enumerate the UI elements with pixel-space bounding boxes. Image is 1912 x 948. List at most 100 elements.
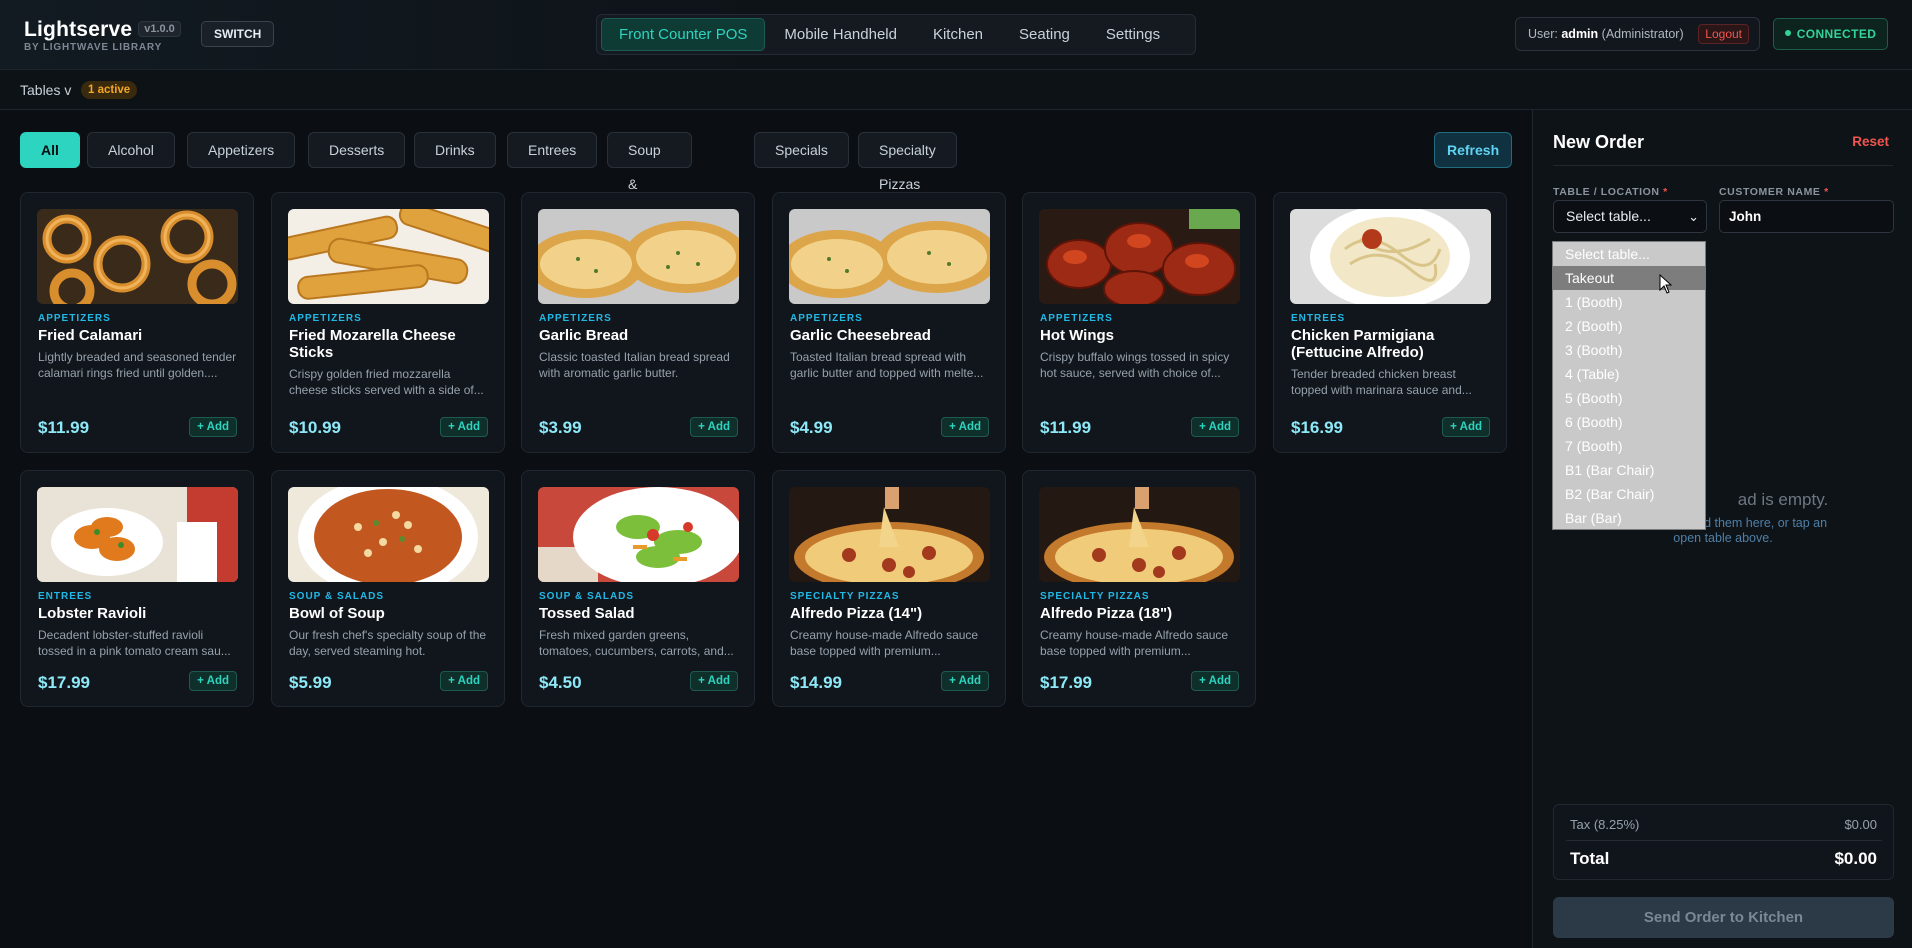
nav-front-counter-pos[interactable]: Front Counter POS [601, 18, 766, 51]
product-card[interactable]: ENTREES Lobster Ravioli Decadent lobster… [20, 470, 254, 707]
product-card[interactable]: APPETIZERS Hot Wings Crispy buffalo wing… [1022, 192, 1256, 453]
product-card[interactable]: SPECIALTY PIZZAS Alfredo Pizza (14") Cre… [772, 470, 1006, 707]
filter-desserts[interactable]: Desserts [308, 132, 406, 168]
table-option[interactable]: Bar (Bar) [1553, 506, 1705, 530]
product-category: APPETIZERS [1040, 313, 1113, 324]
filter-all[interactable]: All [20, 132, 80, 168]
table-option[interactable]: 6 (Booth) [1553, 410, 1705, 434]
nav-seating[interactable]: Seating [1002, 18, 1087, 51]
add-button[interactable]: + Add [941, 417, 989, 437]
product-price: $11.99 [1040, 418, 1092, 437]
product-category: APPETIZERS [790, 313, 863, 324]
version-badge: v1.0.0 [138, 21, 181, 37]
table-option[interactable]: 1 (Booth) [1553, 290, 1705, 314]
table-option[interactable]: B1 (Bar Chair) [1553, 458, 1705, 482]
tables-toggle[interactable]: Tables v [20, 82, 71, 98]
top-bar: Lightserve v1.0.0 BY LIGHTWAVE LIBRARY SW… [0, 0, 1912, 70]
total-label: Total [1570, 849, 1610, 868]
filter-drinks[interactable]: Drinks [414, 132, 496, 168]
product-category: ENTREES [1291, 313, 1346, 324]
table-option[interactable]: 5 (Booth) [1553, 386, 1705, 410]
add-button[interactable]: + Add [189, 417, 237, 437]
refresh-button[interactable]: Refresh [1434, 132, 1513, 168]
filter-specialty-pizzas[interactable]: Specialty Pizzas [858, 132, 957, 192]
product-category: ENTREES [38, 591, 93, 602]
add-button[interactable]: + Add [690, 417, 738, 437]
product-card[interactable]: SOUP & SALADS Tossed Salad Fresh mixed g… [521, 470, 755, 707]
send-order-button[interactable]: Send Order to Kitchen [1553, 897, 1894, 938]
main-nav: Front Counter POS Mobile Handheld Kitche… [596, 14, 1196, 55]
logout-button[interactable]: Logout [1698, 24, 1749, 44]
mouse-cursor-icon [1659, 274, 1673, 294]
add-button[interactable]: + Add [1191, 671, 1239, 691]
required-mark: * [1663, 186, 1668, 198]
switch-button[interactable]: SWITCH [201, 21, 275, 47]
table-option[interactable]: 3 (Booth) [1553, 338, 1705, 362]
product-card[interactable]: ENTREES Chicken Parmigiana (Fettucine Al… [1273, 192, 1507, 453]
food-image [538, 487, 739, 582]
table-option[interactable]: B2 (Bar Chair) [1553, 482, 1705, 506]
brand: Lightserve v1.0.0 BY LIGHTWAVE LIBRARY [24, 18, 181, 53]
product-card[interactable]: APPETIZERS Fried Mozarella Cheese Sticks… [271, 192, 505, 453]
add-button[interactable]: + Add [440, 671, 488, 691]
customer-name-label-text: CUSTOMER NAME [1719, 186, 1821, 198]
product-card[interactable]: SOUP & SALADS Bowl of Soup Our fresh che… [271, 470, 505, 707]
product-card[interactable]: APPETIZERS Garlic Cheesebread Toasted It… [772, 192, 1006, 453]
table-location-label: TABLE / LOCATION * [1553, 186, 1668, 198]
product-card[interactable]: SPECIALTY PIZZAS Alfredo Pizza (18") Cre… [1022, 470, 1256, 707]
product-description: Decadent lobster-stuffed ravioli tossed … [38, 628, 231, 658]
nav-settings[interactable]: Settings [1089, 18, 1177, 51]
table-select[interactable]: Select table... ⌄ [1553, 200, 1707, 233]
table-option[interactable]: 2 (Booth) [1553, 314, 1705, 338]
tax-label: Tax (8.25%) [1570, 817, 1640, 832]
tax-value: $0.00 [1844, 817, 1877, 832]
user-name: admin [1561, 27, 1599, 41]
product-price: $3.99 [539, 418, 582, 437]
brand-name: Lightserve [24, 18, 133, 41]
product-name: Alfredo Pizza (18") [1040, 605, 1173, 622]
add-button[interactable]: + Add [189, 671, 237, 691]
food-image [37, 487, 238, 582]
nav-mobile-handheld[interactable]: Mobile Handheld [767, 18, 914, 51]
chevron-down-icon: ⌄ [1688, 209, 1699, 224]
product-price: $4.99 [790, 418, 833, 437]
filter-soup-salads[interactable]: Soup & Salads [607, 132, 692, 226]
product-price: $4.50 [539, 673, 582, 692]
reset-button[interactable]: Reset [1852, 134, 1889, 149]
add-button[interactable]: + Add [1191, 417, 1239, 437]
active-tables-badge: 1 active [81, 81, 138, 99]
filter-alcohol[interactable]: Alcohol [87, 132, 175, 168]
product-name: Hot Wings [1040, 327, 1115, 344]
food-image [789, 487, 990, 582]
filter-specials[interactable]: Specials [754, 132, 849, 168]
product-price: $5.99 [289, 673, 332, 692]
brand-subtitle: BY LIGHTWAVE LIBRARY [24, 42, 163, 53]
filter-appetizers[interactable]: Appetizers [187, 132, 296, 168]
table-option[interactable]: 7 (Booth) [1553, 434, 1705, 458]
nav-kitchen[interactable]: Kitchen [916, 18, 1000, 51]
table-option[interactable]: Takeout [1553, 266, 1705, 290]
connection-status-badge: CONNECTED [1773, 18, 1888, 50]
product-category: SOUP & SALADS [539, 591, 635, 602]
customer-name-label: CUSTOMER NAME * [1719, 186, 1829, 198]
divider [1566, 840, 1882, 841]
add-button[interactable]: + Add [941, 671, 989, 691]
filter-entrees[interactable]: Entrees [507, 132, 598, 168]
food-image [37, 209, 238, 304]
product-name: Bowl of Soup [289, 605, 385, 622]
product-name: Chicken Parmigiana (Fettucine Alfredo) [1291, 327, 1435, 361]
add-button[interactable]: + Add [440, 417, 488, 437]
product-name: Fried Calamari [38, 327, 143, 344]
product-card[interactable]: APPETIZERS Garlic Bread Classic toasted … [521, 192, 755, 453]
add-button[interactable]: + Add [1442, 417, 1490, 437]
customer-name-input[interactable] [1719, 200, 1894, 233]
empty-order-hint-line-2: open table above. [1673, 531, 1773, 545]
table-option[interactable]: 4 (Table) [1553, 362, 1705, 386]
product-name: Fried Mozarella Cheese Sticks [289, 327, 456, 361]
required-mark: * [1824, 186, 1829, 198]
add-button[interactable]: + Add [690, 671, 738, 691]
user-prefix: User: [1528, 27, 1558, 41]
product-card[interactable]: APPETIZERS Fried Calamari Lightly breade… [20, 192, 254, 453]
table-option[interactable]: Select table... [1553, 242, 1705, 266]
user-info: User: admin (Administrator) Logout [1515, 17, 1760, 51]
